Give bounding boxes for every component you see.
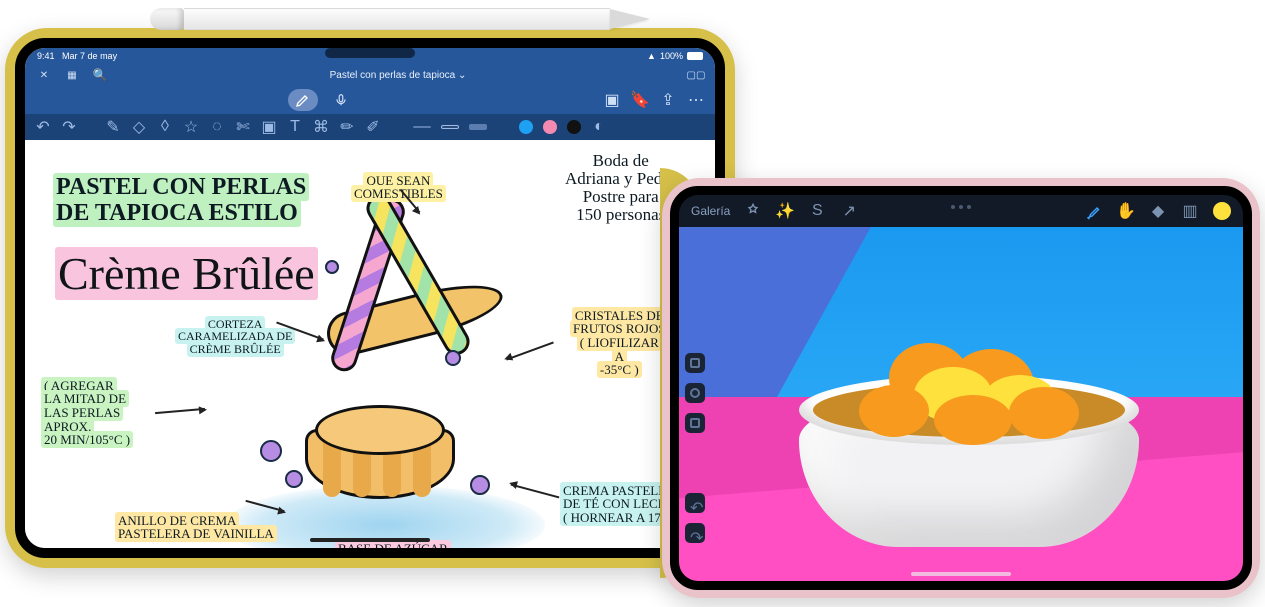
link-tool-icon[interactable]: ⌘ — [313, 119, 329, 135]
smudge-icon[interactable]: ✋ — [1117, 202, 1135, 220]
camera-notch — [325, 48, 415, 58]
recipe-title-script: Crème Brûlée — [55, 202, 318, 299]
arrow-2 — [155, 408, 205, 414]
document-titlebar: ✕ ▦ 🔍 Pastel con perlas de tapioca ⌄ ▢▢ — [25, 64, 715, 86]
chevron-down-icon: ⌄ — [458, 70, 466, 81]
side-sliders: ↶ ↷ — [679, 347, 711, 549]
illustration-flan — [295, 405, 465, 525]
share-icon[interactable]: ⇪ — [659, 91, 677, 109]
main-toolbar: ▣ 🔖 ⇪ ⋯ — [25, 86, 715, 114]
adjust-icon[interactable] — [744, 202, 762, 220]
color-blue[interactable] — [519, 120, 533, 134]
arrow-4 — [506, 342, 554, 361]
shape-tool-icon[interactable]: ☆ — [183, 119, 199, 135]
callout-ring: ANILLO DE CREMA PASTELERA DE VAINILLA — [115, 500, 277, 541]
color-black[interactable] — [567, 120, 581, 134]
procreate-toolbar: Galería ✨ S ↗ ✋ ◆ ▥ — [679, 195, 1243, 227]
ipad-left: 9:41 Mar 7 de may ▲ 100% ✕ ▦ 🔍 Pastel co… — [5, 28, 735, 568]
gallery-button[interactable]: Galería — [691, 204, 730, 218]
export-icon[interactable]: ▣ — [603, 91, 621, 109]
home-indicator[interactable] — [310, 538, 430, 542]
redo-icon[interactable]: ↷ — [61, 119, 77, 135]
wifi-icon: ▲ — [647, 51, 656, 61]
pen-tool-icon[interactable]: ✎ — [105, 119, 121, 135]
status-date: Mar 7 de may — [62, 51, 117, 61]
brush-size-slider[interactable] — [685, 353, 705, 373]
brush2-icon[interactable]: ✐ — [365, 119, 381, 135]
color-well[interactable] — [1213, 202, 1231, 220]
split-view-icon[interactable]: ▢▢ — [687, 66, 705, 84]
note-canvas[interactable]: PASTEL CON PERLAS DE TAPIOCA ESTILO Crèm… — [25, 140, 715, 548]
highlighter-tool-icon[interactable]: ◊ — [157, 119, 173, 135]
transform-icon[interactable]: ↗ — [840, 202, 858, 220]
bubble-2 — [325, 260, 339, 274]
bubble-4 — [260, 440, 282, 462]
eraser-icon[interactable]: ◆ — [1149, 202, 1167, 220]
select-icon[interactable]: S — [808, 202, 826, 220]
lasso-tool-icon[interactable]: ◌ — [209, 119, 225, 135]
screen-right: Galería ✨ S ↗ ✋ ◆ ▥ — [670, 186, 1252, 590]
artwork-canvas[interactable]: ↶ ↷ — [679, 227, 1243, 581]
ipad-right: Galería ✨ S ↗ ✋ ◆ ▥ — [662, 178, 1260, 598]
toolbar-more-dots[interactable] — [951, 205, 971, 209]
redo-button[interactable]: ↷ — [685, 523, 705, 543]
more-icon[interactable]: ⋯ — [687, 91, 705, 109]
bubble-3 — [445, 350, 461, 366]
status-left: 9:41 Mar 7 de may — [37, 51, 117, 61]
modify-button[interactable] — [685, 383, 705, 403]
home-indicator-right[interactable] — [911, 572, 1011, 576]
undo-button[interactable]: ↶ — [685, 493, 705, 513]
bubble-5 — [470, 475, 490, 495]
stroke-medium[interactable] — [441, 125, 459, 129]
battery-icon — [687, 52, 703, 60]
wand-icon[interactable]: ✨ — [776, 202, 794, 220]
arrow-5 — [511, 484, 560, 499]
eraser-tool-icon[interactable]: ◇ — [131, 119, 147, 135]
undo-icon[interactable]: ↶ — [35, 119, 51, 135]
callout-edible: QUE SEAN COMESTIBLES — [351, 160, 446, 201]
brush1-icon[interactable]: ✏ — [339, 119, 355, 135]
grid-icon[interactable]: ▦ — [63, 66, 81, 84]
drawing-toolbar: ↶ ↷ ✎ ◇ ◊ ☆ ◌ ✄ ▣ T ⌘ ✏ ✐ ◐ — [25, 114, 715, 140]
document-title[interactable]: Pastel con perlas de tapioca ⌄ — [330, 70, 467, 81]
callout-crust: CORTEZA CARAMELIZADA DE CRÈME BRÛLÉE — [175, 305, 295, 355]
mic-icon[interactable] — [332, 91, 350, 109]
status-right: ▲ 100% — [647, 51, 703, 61]
draw-mode-button[interactable] — [288, 89, 318, 111]
brush-icon[interactable] — [1085, 202, 1103, 220]
bowl — [799, 347, 1139, 557]
callout-half: ( AGREGAR LA MITAD DE LAS PERLAS APROX. … — [41, 365, 133, 447]
search-icon[interactable]: 🔍 — [91, 66, 109, 84]
battery-label: 100% — [660, 51, 683, 61]
bubble-1 — [285, 470, 303, 488]
bookmark-icon[interactable]: 🔖 — [631, 91, 649, 109]
scissors-tool-icon[interactable]: ✄ — [235, 119, 251, 135]
layers-icon[interactable]: ▥ — [1181, 202, 1199, 220]
stroke-thick[interactable] — [469, 124, 487, 130]
color-pink[interactable] — [543, 120, 557, 134]
image-tool-icon[interactable]: ▣ — [261, 119, 277, 135]
screen-left: 9:41 Mar 7 de may ▲ 100% ✕ ▦ 🔍 Pastel co… — [15, 38, 725, 558]
close-icon[interactable]: ✕ — [35, 66, 53, 84]
callout-crystals: CRISTALES DE FRUTOS ROJOS ( LIOFILIZAR A… — [570, 295, 669, 377]
status-time: 9:41 — [37, 51, 55, 61]
apple-pencil — [150, 8, 650, 30]
color-picker-icon[interactable]: ◐ — [591, 119, 607, 135]
stroke-thin[interactable] — [413, 126, 431, 128]
text-tool-icon[interactable]: T — [287, 119, 303, 135]
opacity-slider[interactable] — [685, 413, 705, 433]
